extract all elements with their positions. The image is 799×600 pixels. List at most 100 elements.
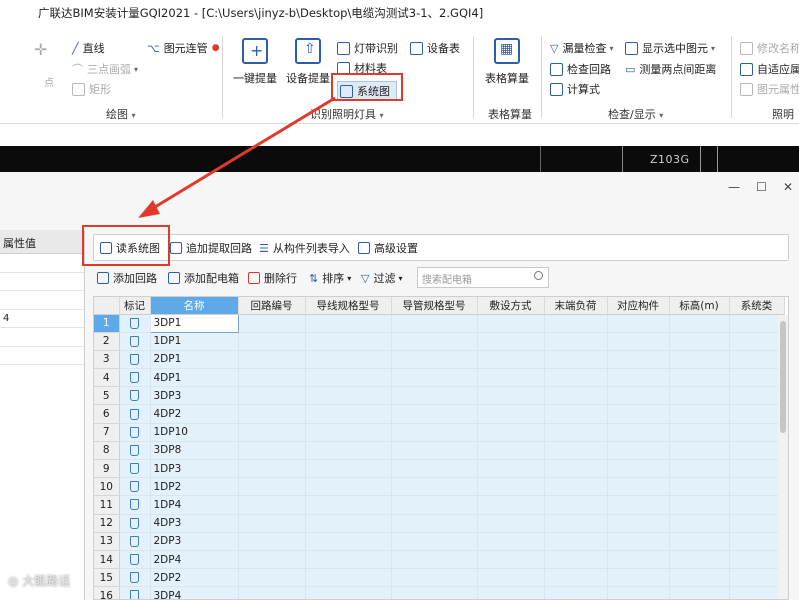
- column-header[interactable]: 导管规格型号: [391, 297, 478, 315]
- point-tool-button[interactable]: ✛: [34, 40, 47, 59]
- table-cell[interactable]: [544, 477, 608, 497]
- table-cell[interactable]: [729, 350, 785, 370]
- table-row[interactable]: 4 4DP1: [94, 368, 785, 388]
- check-loop-button[interactable]: 检查回路: [550, 61, 611, 77]
- table-cell[interactable]: [729, 459, 785, 479]
- table-cell[interactable]: [729, 586, 785, 599]
- advanced-settings-button[interactable]: 高级设置: [358, 240, 418, 256]
- table-cell[interactable]: [238, 459, 306, 479]
- table-cell[interactable]: [607, 423, 670, 442]
- name-cell[interactable]: 2DP1: [150, 350, 239, 370]
- table-row[interactable]: 10 1DP2: [94, 477, 785, 497]
- table-cell[interactable]: [544, 568, 608, 588]
- table-cell[interactable]: [544, 314, 608, 333]
- table-cell[interactable]: [391, 477, 478, 497]
- column-header[interactable]: 回路编号: [238, 297, 306, 315]
- table-cell[interactable]: [305, 368, 392, 388]
- column-header[interactable]: 名称: [150, 297, 239, 315]
- table-cell[interactable]: [305, 586, 392, 599]
- table-cell[interactable]: [729, 368, 785, 388]
- table-cell[interactable]: [238, 368, 306, 388]
- name-cell[interactable]: 4DP1: [150, 368, 239, 388]
- name-cell[interactable]: 3DP8: [150, 441, 239, 461]
- close-icon[interactable]: ✕: [783, 180, 793, 194]
- table-cell[interactable]: [544, 495, 608, 515]
- table-cell[interactable]: [477, 586, 545, 599]
- table-cell[interactable]: [544, 368, 608, 388]
- table-cell[interactable]: [729, 332, 785, 351]
- table-row[interactable]: 16 3DP4: [94, 586, 785, 599]
- table-cell[interactable]: [607, 495, 670, 515]
- name-cell[interactable]: 3DP1: [149, 313, 239, 333]
- table-cell[interactable]: [669, 314, 730, 333]
- table-cell[interactable]: [669, 423, 730, 442]
- line-button[interactable]: ╱ 直线: [72, 40, 105, 56]
- search-input[interactable]: 搜索配电箱: [417, 267, 549, 288]
- table-cell[interactable]: [238, 441, 306, 461]
- table-cell[interactable]: [729, 386, 785, 406]
- table-cell[interactable]: [238, 550, 306, 570]
- table-cell[interactable]: [544, 350, 608, 370]
- table-cell[interactable]: [391, 532, 478, 551]
- table-cell[interactable]: [391, 386, 478, 406]
- name-cell[interactable]: 1DP3: [150, 459, 239, 479]
- row-index[interactable]: 11: [94, 495, 120, 515]
- property-row[interactable]: [0, 291, 84, 310]
- table-cell[interactable]: [391, 332, 478, 351]
- table-cell[interactable]: [669, 477, 730, 497]
- connect-pipe-button[interactable]: ⌥ 图元连管 ●: [147, 40, 220, 56]
- table-cell[interactable]: [238, 532, 306, 551]
- table-cell[interactable]: [238, 314, 306, 333]
- scrollbar-thumb[interactable]: [780, 321, 786, 433]
- table-cell[interactable]: [391, 459, 478, 479]
- table-cell[interactable]: [477, 332, 545, 351]
- table-cell[interactable]: [669, 586, 730, 599]
- table-cell[interactable]: [238, 423, 306, 442]
- row-index[interactable]: 8: [94, 441, 120, 461]
- rect-button[interactable]: 矩形: [72, 81, 111, 97]
- row-index[interactable]: 15: [94, 568, 120, 588]
- name-cell[interactable]: 2DP3: [150, 532, 239, 551]
- table-cell[interactable]: [477, 532, 545, 551]
- row-index[interactable]: 1: [94, 314, 120, 333]
- table-cell[interactable]: [669, 386, 730, 406]
- name-cell[interactable]: 1DP10: [150, 423, 239, 442]
- table-row[interactable]: 15 2DP2: [94, 568, 785, 588]
- table-cell[interactable]: [607, 586, 670, 599]
- table-cell[interactable]: [305, 495, 392, 515]
- table-cell[interactable]: [669, 368, 730, 388]
- table-cell[interactable]: [477, 568, 545, 588]
- table-cell[interactable]: [305, 532, 392, 551]
- name-cell[interactable]: 2DP4: [150, 550, 239, 570]
- filter-button[interactable]: ▽ 过滤 ▾: [361, 270, 402, 286]
- table-cell[interactable]: [391, 350, 478, 370]
- property-row[interactable]: [0, 328, 84, 347]
- table-cell[interactable]: [729, 550, 785, 570]
- table-cell[interactable]: [729, 477, 785, 497]
- table-cell[interactable]: [305, 568, 392, 588]
- row-index[interactable]: 6: [94, 404, 120, 424]
- table-cell[interactable]: [669, 332, 730, 351]
- table-cell[interactable]: [669, 350, 730, 370]
- table-cell[interactable]: [391, 568, 478, 588]
- table-cell[interactable]: [305, 332, 392, 351]
- light-strip-button[interactable]: 灯带识别: [337, 40, 398, 56]
- table-cell[interactable]: [305, 477, 392, 497]
- table-cell[interactable]: [607, 332, 670, 351]
- row-index[interactable]: 9: [94, 459, 120, 479]
- table-cell[interactable]: [238, 495, 306, 515]
- table-cell[interactable]: [305, 350, 392, 370]
- minimize-icon[interactable]: —: [728, 180, 740, 194]
- column-header[interactable]: 对应构件: [607, 297, 670, 315]
- table-cell[interactable]: [544, 404, 608, 424]
- name-cell[interactable]: 3DP3: [150, 386, 239, 406]
- table-cell[interactable]: [391, 368, 478, 388]
- table-cell[interactable]: [544, 423, 608, 442]
- table-cell[interactable]: [391, 423, 478, 442]
- name-cell[interactable]: 1DP4: [150, 495, 239, 515]
- vertical-scrollbar[interactable]: [778, 315, 788, 599]
- table-cell[interactable]: [669, 568, 730, 588]
- table-cell[interactable]: [669, 404, 730, 424]
- table-row[interactable]: 5 3DP3: [94, 386, 785, 406]
- table-cell[interactable]: [607, 477, 670, 497]
